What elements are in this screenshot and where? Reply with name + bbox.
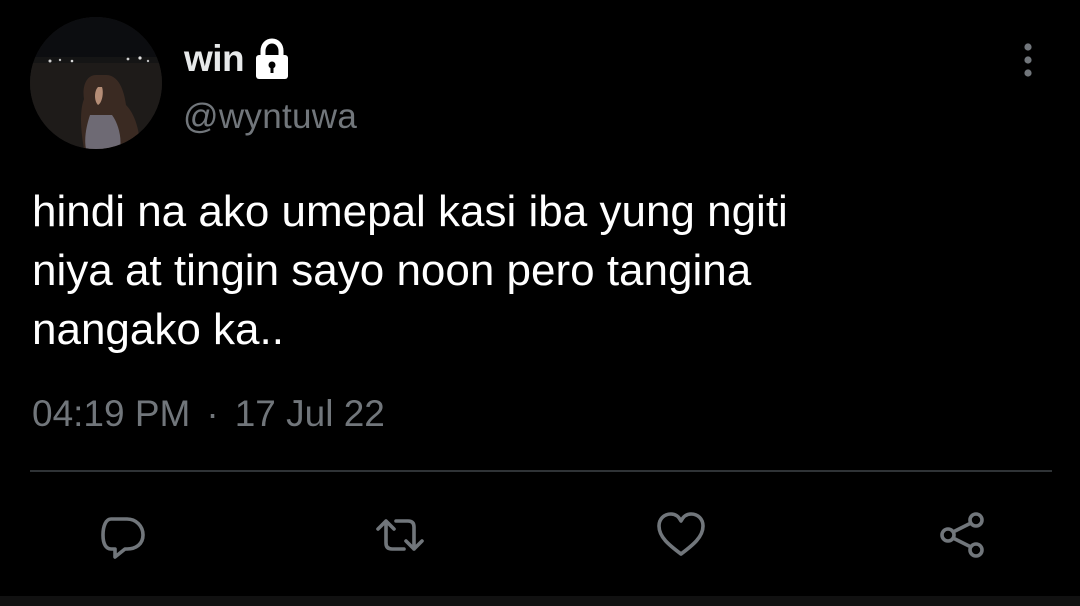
reply-icon [101,517,145,559]
more-vertical-icon[interactable] [1014,40,1042,80]
display-name-row: win [184,34,292,84]
reply-button[interactable] [93,505,153,565]
share-icon [940,512,984,558]
retweet-icon [376,519,424,551]
divider [30,470,1052,472]
user-handle[interactable]: @wyntuwa [183,97,357,137]
like-button[interactable] [651,505,711,565]
bottom-edge [0,596,1080,606]
share-button[interactable] [932,505,992,565]
tweet-date[interactable]: 17 Jul 22 [235,393,385,435]
action-bar [0,505,1080,565]
timestamp-row: 04:19 PM · 17 Jul 22 [32,393,385,435]
separator-dot: · [206,393,219,434]
display-name[interactable]: win [184,38,245,80]
tweet-detail: win @wyntuwa hindi na ako umepal kasi ib… [0,0,1080,606]
lock-icon [252,37,292,81]
retweet-button[interactable] [370,505,430,565]
heart-icon [657,512,705,556]
avatar-image [30,17,162,149]
avatar[interactable] [30,17,162,149]
tweet-text: hindi na ako umepal kasi iba yung ngiti … [32,187,788,354]
tweet-time[interactable]: 04:19 PM [32,393,190,435]
